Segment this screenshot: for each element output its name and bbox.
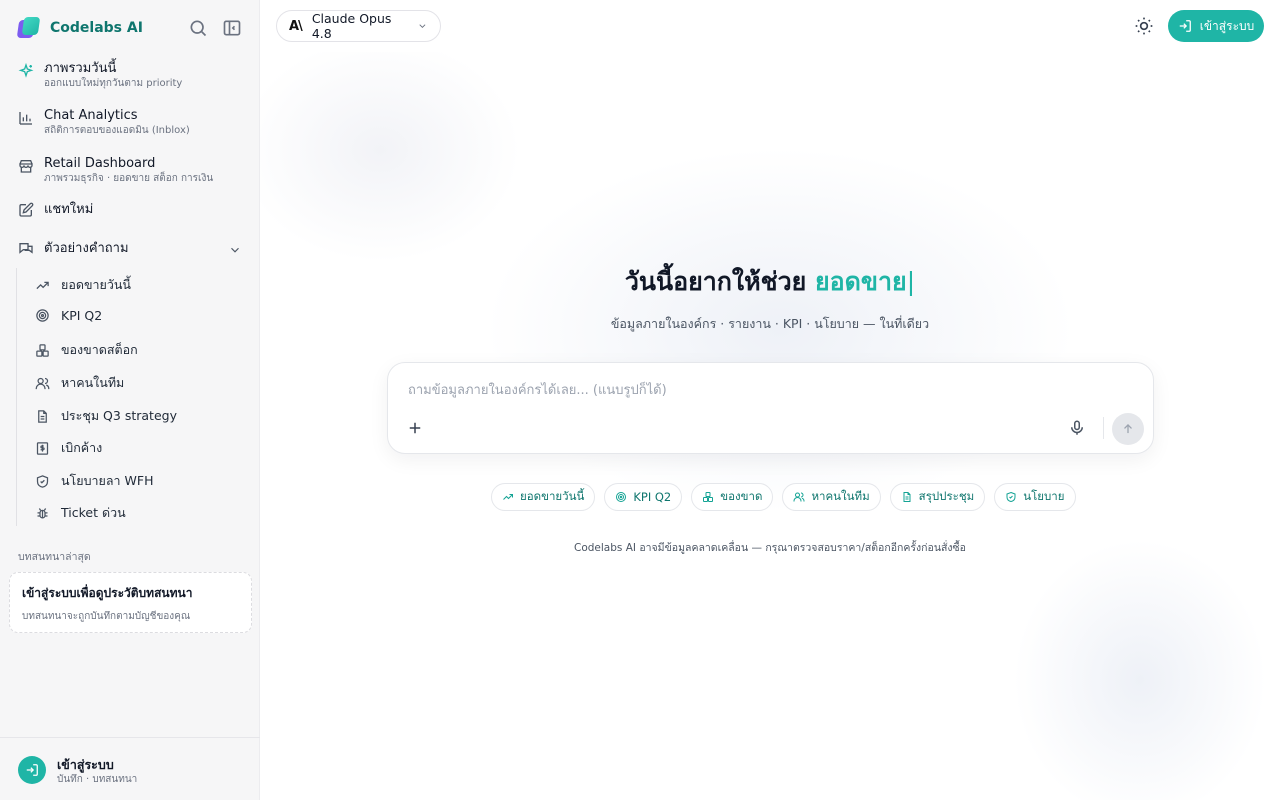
document-icon [901,491,913,503]
sidebar-item-label: แชทใหม่ [44,202,94,217]
bug-icon [35,506,50,521]
login-button-label: เข้าสู่ระบบ [1199,18,1255,33]
suggestion-chips: ยอดขายวันนี้ KPI Q2 ของขาด หาคนในทีม สรุ… [491,483,1076,511]
chip-find-team[interactable]: หาคนในทีม [782,483,881,511]
receipt-icon [35,441,50,456]
example-item[interactable]: หาคนในทีม [35,373,124,393]
example-label: ยอดขายวันนี้ [61,277,131,292]
model-name: Claude Opus 4.8 [311,11,392,41]
document-icon [35,409,50,424]
example-label: ประชุม Q3 strategy [61,408,177,423]
recent-conversations-label: บทสนทนาล่าสุด [18,551,91,563]
anthropic-logo-icon: A\ [289,18,303,34]
chevron-down-icon[interactable] [228,243,242,257]
attach-plus-icon[interactable] [406,419,424,437]
target-icon [35,308,50,323]
boxes-icon [702,491,714,503]
boxes-icon [35,343,50,358]
chip-meeting-summary[interactable]: สรุปประชุม [889,483,986,511]
composer-divider [1103,417,1104,439]
footer-subtitle: บันทึก · บทสนทนา [57,774,138,785]
chat-composer [387,362,1154,454]
codelabs-logo-icon [16,17,41,39]
arrow-up-icon [1121,422,1135,436]
chip-sales-today[interactable]: ยอดขายวันนี้ [491,483,596,511]
example-item[interactable]: ประชุม Q3 strategy [35,406,177,426]
typing-caret: | [906,267,916,296]
example-label: ของขาดสต็อก [61,342,138,357]
microphone-icon[interactable] [1068,419,1086,437]
sidebar-item-label: ตัวอย่างคำถาม [44,241,129,256]
chip-out-of-stock[interactable]: ของขาด [691,483,774,511]
login-card-subtitle: บทสนทนาจะถูกบันทึกตามบัญชีของคุณ [22,611,191,622]
hero-subtitle: ข้อมูลภายในองค์กร · รายงาน · KPI · นโยบา… [610,316,930,331]
hero-title-accent: ยอดขาย [815,267,907,296]
login-card-title: เข้าสู่ระบบเพื่อดูประวัติบทสนทนา [22,586,193,600]
example-item[interactable]: ยอดขายวันนี้ [35,275,131,295]
login-history-card[interactable]: เข้าสู่ระบบเพื่อดูประวัติบทสนทนา บทสนทนา… [9,572,252,633]
hero-title: วันนี้อยากให้ช่วย ยอดขาย| [260,262,1280,302]
sparkle-icon [18,63,34,79]
theme-toggle-sun-icon[interactable] [1134,16,1154,36]
example-label: หาคนในทีม [61,375,125,390]
sidebar-item-title: Retail Dashboard [44,156,156,171]
sidebar-item-subtitle: ภาพรวมธุรกิจ · ยอดขาย สต็อก การเงิน [44,173,214,184]
users-icon [793,491,805,503]
chip-kpi-q2[interactable]: KPI Q2 [604,483,683,511]
example-item[interactable]: KPI Q2 [35,308,102,323]
send-button[interactable] [1112,413,1144,445]
chevron-down-icon [417,20,428,32]
collapse-sidebar-icon[interactable] [222,18,242,38]
trending-up-icon [502,491,514,503]
sidebar-item-overview[interactable]: ภาพรวมวันนี้ ออกแบบใหม่ทุกวันตาม priorit… [18,60,182,90]
chip-label: นโยบาย [1023,489,1065,503]
main-area: A\ Claude Opus 4.8 เข้าสู่ระบบ วันนี้อยา… [260,0,1280,800]
example-label: นโยบายลา WFH [61,473,154,488]
edit-icon [18,202,34,218]
chip-label: ยอดขายวันนี้ [520,489,585,503]
sidebar-footer-login[interactable]: เข้าสู่ระบบ บันทึก · บทสนทนา [0,737,260,800]
hero-title-prefix: วันนี้อยากให้ช่วย [624,267,807,296]
sidebar-item-chat-analytics[interactable]: Chat Analytics สถิติการตอบของแอดมิน (Inb… [18,107,190,137]
target-icon [615,491,627,503]
shield-icon [35,474,50,489]
disclaimer: Codelabs AI อาจมีข้อมูลคลาดเคลื่อน — กรุ… [574,542,966,554]
shield-icon [1005,491,1017,503]
login-icon [1178,19,1192,33]
sidebar-item-examples[interactable]: ตัวอย่างคำถาม [18,240,129,257]
topbar: A\ Claude Opus 4.8 เข้าสู่ระบบ [260,0,1280,52]
sidebar: Codelabs AI ภาพรวมวันนี้ ออกแบบใหม่ทุกวั… [0,0,260,800]
sidebar-item-title: Chat Analytics [44,108,138,123]
brand[interactable]: Codelabs AI [16,16,143,40]
users-icon [35,376,50,391]
chip-label: หาคนในทีม [811,489,870,503]
example-label: KPI Q2 [61,308,103,323]
sidebar-item-subtitle: สถิติการตอบของแอดมิน (Inblox) [44,125,190,136]
example-item[interactable]: ของขาดสต็อก [35,340,138,360]
search-icon[interactable] [188,18,208,38]
example-item[interactable]: นโยบายลา WFH [35,471,153,491]
trending-up-icon [35,278,50,293]
chat-input[interactable] [408,379,1108,401]
sidebar-item-retail-dashboard[interactable]: Retail Dashboard ภาพรวมธุรกิจ · ยอดขาย ส… [18,155,213,185]
example-label: เบิกค้าง [61,440,103,455]
sidebar-item-new-chat[interactable]: แชทใหม่ [18,201,93,218]
model-selector[interactable]: A\ Claude Opus 4.8 [276,10,441,42]
login-button[interactable]: เข้าสู่ระบบ [1168,10,1264,42]
chip-label: KPI Q2 [633,490,672,504]
chat-bubbles-icon [18,241,34,257]
chip-policy[interactable]: นโยบาย [994,483,1076,511]
sidebar-item-title: ภาพรวมวันนี้ [44,61,117,76]
chip-label: สรุปประชุม [918,489,975,503]
brand-name: Codelabs AI [50,20,143,36]
example-item[interactable]: เบิกค้าง [35,438,102,458]
sidebar-item-subtitle: ออกแบบใหม่ทุกวันตาม priority [44,78,183,89]
chip-label: ของขาด [720,489,763,503]
example-item[interactable]: Ticket ด่วน [35,503,126,523]
store-icon [18,158,34,174]
login-icon [18,756,46,784]
example-label: Ticket ด่วน [61,505,126,520]
bar-chart-icon [18,110,34,126]
example-questions-list: ยอดขายวันนี้ KPI Q2 ของขาดสต็อก หาคนในที… [16,268,246,526]
